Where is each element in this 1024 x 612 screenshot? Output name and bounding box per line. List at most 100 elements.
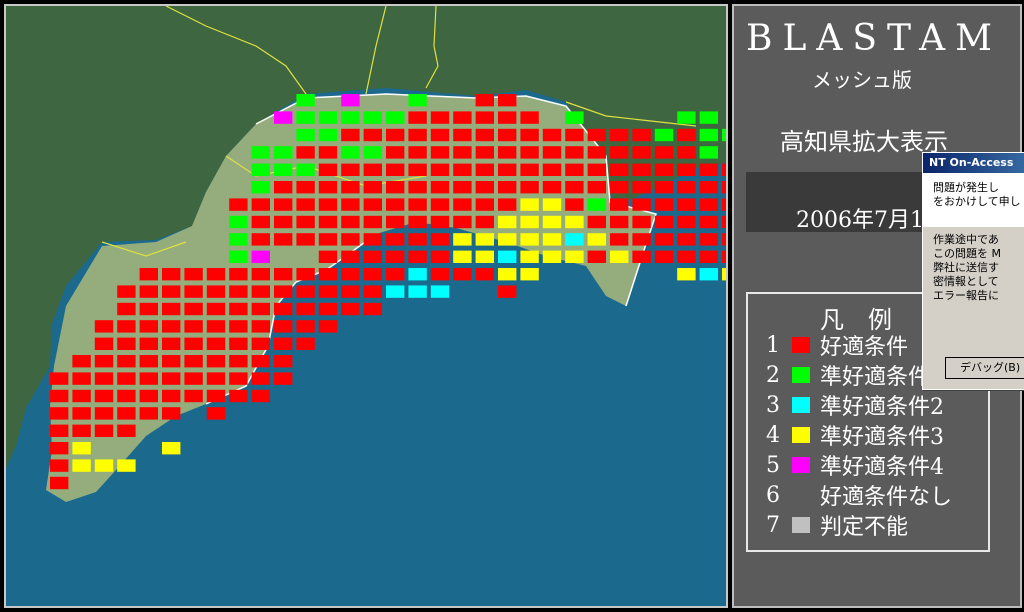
mesh-cell: [296, 320, 315, 333]
mesh-cell: [206, 372, 226, 385]
mesh-cell: [654, 198, 674, 211]
mesh-cell: [318, 181, 338, 194]
mesh-cell: [341, 163, 360, 176]
mesh-cell: [206, 407, 226, 420]
mesh-cell: [251, 337, 270, 350]
mesh-cell: [139, 389, 158, 403]
mesh-cell: [274, 337, 293, 350]
mesh-cell: [453, 198, 472, 211]
mesh-cell: [386, 215, 405, 229]
mesh-cell: [117, 424, 136, 437]
mesh-cell: [542, 215, 562, 229]
mesh-cell: [430, 181, 450, 194]
mesh-cell: [587, 163, 606, 176]
mesh-cell: [610, 128, 629, 142]
mesh-cell: [251, 250, 270, 263]
mesh-cell: [542, 181, 562, 194]
mesh-cell: [229, 372, 248, 385]
mesh-cell: [498, 111, 517, 124]
mesh-cell: [430, 128, 450, 142]
dialog-text-line: をおかけして申し: [933, 195, 1021, 208]
error-dialog[interactable]: NT On-Access 問題が発生し をおかけして申し 作業途中であ この問題…: [922, 152, 1024, 390]
legend-item-number: 6: [766, 482, 780, 508]
mesh-cell: [296, 111, 315, 124]
mesh-cell: [453, 215, 472, 229]
mesh-cell: [565, 111, 584, 124]
mesh-cell: [296, 181, 315, 194]
mesh-cell: [94, 407, 114, 420]
mesh-cell: [408, 128, 427, 142]
mesh-cell: [408, 233, 427, 246]
mesh-cell: [654, 215, 674, 229]
mesh-cell: [498, 94, 517, 107]
mesh-cell: [72, 407, 91, 420]
mesh-cell: [453, 181, 472, 194]
mesh-cell: [341, 250, 360, 263]
mesh-cell: [386, 198, 405, 211]
dialog-header-text: 問題が発生し をおかけして申し: [923, 173, 1024, 227]
mesh-cell: [363, 111, 382, 124]
mesh-cell: [475, 198, 494, 211]
mesh-cell: [430, 163, 450, 176]
mesh-cell: [184, 372, 203, 385]
mesh-cell: [565, 128, 584, 142]
mesh-cell: [520, 233, 539, 246]
mesh-cell: [699, 128, 718, 142]
map-panel[interactable]: [4, 4, 728, 608]
mesh-cell: [498, 146, 517, 159]
mesh-cell: [341, 198, 360, 211]
mesh-cell: [722, 198, 726, 211]
mesh-cell: [206, 337, 226, 350]
legend-item: 3 準好適条件2: [766, 390, 944, 421]
mesh-cell: [94, 355, 114, 368]
mesh-cell: [274, 198, 293, 211]
mesh-cell: [94, 424, 114, 437]
mesh-cell: [498, 285, 517, 298]
mesh-cell: [363, 163, 382, 176]
mesh-cell: [699, 146, 718, 159]
mesh-cell: [475, 233, 494, 246]
mesh-cell: [206, 302, 226, 316]
mesh-cell: [565, 146, 584, 159]
mesh-cell: [363, 146, 382, 159]
dialog-text-line: 問題が発生し: [933, 181, 999, 194]
mesh-cell: [251, 163, 270, 176]
mesh-cell: [408, 146, 427, 159]
mesh-cell: [475, 268, 494, 281]
mesh-cell: [341, 215, 360, 229]
mesh-cell: [94, 389, 114, 403]
mesh-cell: [139, 268, 158, 281]
mesh-cell: [430, 285, 450, 298]
mesh-cell: [184, 302, 203, 316]
mesh-cell: [50, 459, 69, 472]
mesh-cell: [341, 268, 360, 281]
mesh-cell: [699, 233, 718, 246]
mesh-cell: [654, 128, 674, 142]
mesh-cell: [677, 163, 696, 176]
mesh-cell: [722, 233, 726, 246]
dialog-title[interactable]: NT On-Access: [923, 153, 1024, 173]
mesh-cell: [542, 128, 562, 142]
mesh-cell: [50, 372, 69, 385]
mesh-cell: [430, 233, 450, 246]
mesh-cell: [632, 163, 651, 176]
mesh-cell: [229, 268, 248, 281]
mesh-cell: [475, 146, 494, 159]
debug-button[interactable]: デバッグ(B): [945, 357, 1024, 379]
mesh-cell: [251, 181, 270, 194]
mesh-cell: [251, 268, 270, 281]
mesh-cell: [94, 372, 114, 385]
mesh-cell: [386, 233, 405, 246]
mesh-cell: [408, 268, 427, 281]
mesh-cell: [498, 233, 517, 246]
mesh-cell: [677, 128, 696, 142]
mesh-cell: [610, 198, 629, 211]
mesh-cell: [341, 128, 360, 142]
mesh-cell: [430, 146, 450, 159]
mesh-cell: [139, 355, 158, 368]
mesh-cell: [117, 355, 136, 368]
mesh-cell: [498, 215, 517, 229]
mesh-cell: [296, 198, 315, 211]
legend-item-number: 5: [766, 452, 780, 478]
mesh-cell: [677, 215, 696, 229]
